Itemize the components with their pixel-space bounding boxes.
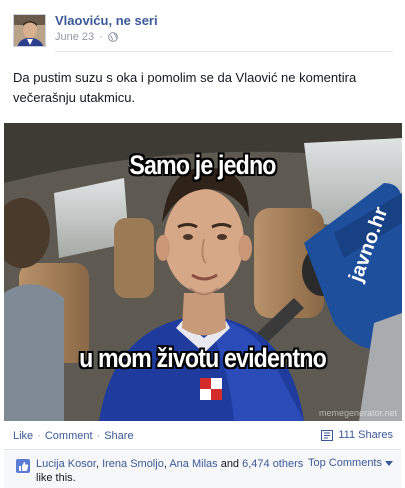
liker-link[interactable]: Lucija Kosor <box>36 458 96 470</box>
share-link[interactable]: Share <box>104 430 133 442</box>
top-comments-label: Top Comments <box>308 457 382 469</box>
liker-link[interactable]: Ana Milas <box>169 458 217 470</box>
post-meta: June 23 · <box>55 31 118 43</box>
others-link[interactable]: 6,474 others <box>242 458 303 470</box>
meme-caption-top: Samo je jedno <box>129 150 276 180</box>
post-message: Da pustim suzu s oka i pomolim se da Vla… <box>13 70 357 105</box>
like-link[interactable]: Like <box>13 430 33 442</box>
post-actions: Like · Comment · Share <box>13 430 134 442</box>
page-avatar[interactable] <box>13 14 46 47</box>
shares-count: 111 Shares <box>338 429 393 441</box>
top-comments-dropdown[interactable]: Top Comments <box>308 457 393 469</box>
likes-summary: Lucija Kosor, Irena Smoljo, Ana Milas an… <box>4 449 401 488</box>
post-date[interactable]: June 23 <box>55 31 94 43</box>
share-icon <box>321 429 334 441</box>
header-divider <box>55 51 393 52</box>
separator-dot: · <box>99 31 103 43</box>
liker-link[interactable]: Irena Smoljo <box>102 458 164 470</box>
caret-down-icon <box>385 460 393 466</box>
meme-watermark: memegenerator.net <box>318 408 397 418</box>
avatar-image <box>14 15 45 46</box>
separator-dot: · <box>96 430 101 442</box>
page-name-link[interactable]: Vlaoviću, ne seri <box>55 13 158 28</box>
meme-caption-bottom: u mom životu evidentno <box>79 343 327 373</box>
separator-dot: · <box>37 430 41 442</box>
facebook-post: Vlaoviću, ne seri June 23 · Da pustim su… <box>0 0 405 488</box>
globe-icon[interactable] <box>107 32 118 42</box>
comment-link[interactable]: Comment <box>45 430 93 442</box>
thumbs-up-icon <box>16 459 30 473</box>
shares-count-link[interactable]: 111 Shares <box>321 429 393 441</box>
likes-text: Lucija Kosor, Irena Smoljo, Ana Milas an… <box>36 458 304 484</box>
